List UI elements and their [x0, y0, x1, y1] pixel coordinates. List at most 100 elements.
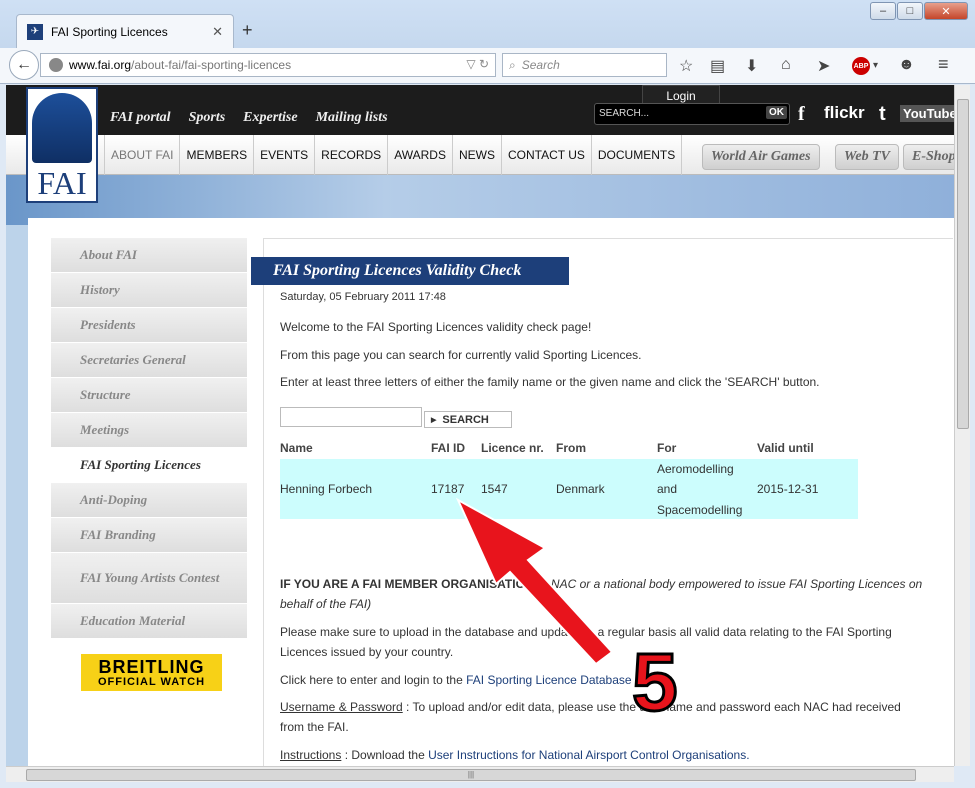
url-domain: www.fai.org — [69, 58, 132, 72]
play-arrow-icon: ▶ — [431, 416, 437, 424]
cell-for-line2: and — [657, 482, 678, 496]
horizontal-scrollbar[interactable]: ||| — [6, 766, 954, 782]
database-prefix: Click here to enter and login to the — [280, 673, 467, 687]
member-heading-bold: IF YOU ARE A FAI MEMBER ORGANISATION — [280, 577, 534, 591]
cell-licence: 1547 — [481, 482, 508, 496]
menu-documents[interactable]: DOCUMENTS — [590, 135, 683, 175]
logo-text: FAI — [37, 165, 87, 201]
send-icon[interactable]: ➤ — [817, 56, 830, 76]
top-nav: FAI portal Sports Expertise Mailing list… — [110, 110, 388, 126]
home-icon[interactable]: ⌂ — [781, 56, 791, 74]
downloads-icon[interactable]: ⬇ — [745, 56, 758, 76]
article-date: Saturday, 05 February 2011 17:48 — [280, 291, 446, 303]
sidebar-item-about-fai[interactable]: About FAI — [51, 238, 247, 272]
username-paragraph-line2: from the FAI. — [280, 720, 349, 734]
licence-search-button[interactable]: ▶ SEARCH — [424, 411, 512, 428]
col-header-for: For — [657, 441, 677, 455]
username-password-label[interactable]: Username & Password — [280, 700, 403, 714]
menu-events[interactable]: EVENTS — [253, 135, 314, 175]
topnav-sports[interactable]: Sports — [189, 110, 226, 126]
bookmark-star-icon[interactable]: ☆ — [679, 56, 693, 76]
title-bar: ✈ FAI Sporting Licences ✕ + – □ ✕ — [0, 0, 975, 48]
upload-paragraph-line2: Licences issued by your country. — [280, 645, 454, 659]
smiley-icon[interactable]: ☻ — [898, 56, 915, 74]
menu-about-fai[interactable]: ABOUT FAI — [104, 135, 179, 175]
reload-icon[interactable]: ▽ ↻ — [466, 57, 489, 71]
menu-news[interactable]: NEWS — [451, 135, 501, 175]
user-instructions-link[interactable]: User Instructions for National Airsport … — [428, 748, 749, 762]
vertical-scrollbar[interactable] — [954, 85, 970, 766]
sponsor-line2: OFFICIAL WATCH — [97, 675, 206, 688]
site-header: FAI portal Sports Expertise Mailing list… — [6, 85, 954, 135]
upload-paragraph-line1: Please make sure to upload in the databa… — [280, 625, 892, 639]
instructions-prefix: : Download the — [341, 748, 429, 762]
menu-members[interactable]: MEMBERS — [179, 135, 253, 175]
horizontal-scroll-thumb[interactable]: ||| — [26, 769, 916, 781]
topnav-fai-portal[interactable]: FAI portal — [110, 110, 171, 126]
site-search-placeholder: SEARCH... — [599, 108, 650, 119]
instructions-label[interactable]: Instructions — [280, 748, 341, 762]
sidebar-item-history[interactable]: History — [51, 273, 247, 307]
flickr-icon[interactable]: flickr — [824, 103, 865, 123]
minimize-button[interactable]: – — [870, 2, 896, 20]
menu-contact-us[interactable]: CONTACT US — [500, 135, 591, 175]
page-title: FAI Sporting Licences Validity Check — [251, 257, 569, 285]
new-tab-icon[interactable]: + — [242, 20, 253, 41]
close-button[interactable]: ✕ — [924, 2, 968, 20]
vertical-scroll-thumb[interactable] — [957, 99, 969, 429]
site-search-ok-button[interactable]: OK — [766, 106, 787, 119]
main-menu: ABOUT FAI MEMBERS EVENTS RECORDS AWARDS … — [104, 135, 683, 175]
tab-fai-sporting-licences[interactable]: ✈ FAI Sporting Licences ✕ — [16, 14, 234, 48]
table-row[interactable]: Henning Forbech 17187 1547 Denmark Aerom… — [280, 459, 858, 519]
pill-e-shop[interactable]: E-Shop — [903, 144, 954, 170]
globe-icon — [49, 58, 63, 72]
fai-favicon-icon: ✈ — [27, 23, 43, 40]
sidebar-item-meetings[interactable]: Meetings — [51, 413, 247, 447]
col-header-valid-until: Valid until — [757, 441, 814, 455]
cell-fai-id: 17187 — [431, 482, 465, 496]
pill-web-tv[interactable]: Web TV — [835, 144, 900, 170]
sidebar-item-fai-sporting-licences[interactable]: FAI Sporting Licences — [51, 448, 247, 482]
menu-icon[interactable]: ≡ — [938, 54, 949, 75]
content-panel: About FAI History Presidents Secretaries… — [28, 218, 954, 766]
menu-records[interactable]: RECORDS — [314, 135, 387, 175]
sidebar-item-fai-young-artists-contest[interactable]: FAI Young Artists Contest — [51, 553, 247, 603]
cell-name: Henning Forbech — [280, 482, 373, 496]
member-heading-line2: behalf of the FAI) — [280, 597, 371, 611]
cell-for-line3: Spacemodelling — [657, 503, 743, 517]
browser-search-input[interactable]: ⌕ Search — [502, 53, 667, 77]
member-heading: IF YOU ARE A FAI MEMBER ORGANISATION (a … — [280, 577, 922, 591]
dropdown-icon[interactable]: ▾ — [873, 60, 878, 71]
sidebar-item-presidents[interactable]: Presidents — [51, 308, 247, 342]
tab-close-icon[interactable]: ✕ — [212, 24, 223, 40]
page-viewport: FAI portal Sports Expertise Mailing list… — [6, 85, 954, 766]
sidebar-item-secretaries-general[interactable]: Secretaries General — [51, 343, 247, 377]
intro-paragraph-1: Welcome to the FAI Sporting Licences val… — [280, 320, 592, 334]
back-arrow-icon[interactable]: ← — [9, 50, 39, 80]
member-heading-italic: (a NAC or a national body empowered to i… — [533, 577, 923, 591]
reading-list-icon[interactable]: ▤ — [710, 56, 725, 76]
adblock-icon[interactable]: ABP — [852, 57, 870, 75]
breitling-sponsor-logo[interactable]: BREITLING OFFICIAL WATCH — [81, 654, 222, 691]
pill-world-air-games[interactable]: World Air Games — [702, 144, 820, 170]
licence-search-input[interactable] — [280, 407, 422, 427]
url-bar[interactable]: www.fai.org/about-fai/fai-sporting-licen… — [40, 53, 496, 77]
fai-logo[interactable]: FAI — [26, 87, 98, 203]
twitter-icon[interactable]: t — [879, 103, 886, 126]
youtube-icon[interactable]: YouTube — [900, 105, 954, 122]
col-header-fai-id: FAI ID — [431, 441, 466, 455]
sidebar-item-fai-branding[interactable]: FAI Branding — [51, 518, 247, 552]
topnav-expertise[interactable]: Expertise — [243, 110, 297, 126]
maximize-button[interactable]: □ — [897, 2, 923, 20]
search-icon: ⌕ — [509, 57, 516, 72]
sporting-licence-database-link[interactable]: FAI Sporting Licence Database — [466, 673, 631, 687]
sidebar-item-education-material[interactable]: Education Material — [51, 604, 247, 638]
database-paragraph: Click here to enter and login to the FAI… — [280, 673, 632, 687]
sidebar-item-structure[interactable]: Structure — [51, 378, 247, 412]
facebook-icon[interactable]: f — [798, 103, 805, 126]
tab-title: FAI Sporting Licences — [51, 24, 168, 39]
sidebar-item-anti-doping[interactable]: Anti-Doping — [51, 483, 247, 517]
site-search-input[interactable]: SEARCH... OK — [594, 103, 790, 125]
topnav-mailing-lists[interactable]: Mailing lists — [316, 110, 388, 126]
menu-awards[interactable]: AWARDS — [387, 135, 452, 175]
